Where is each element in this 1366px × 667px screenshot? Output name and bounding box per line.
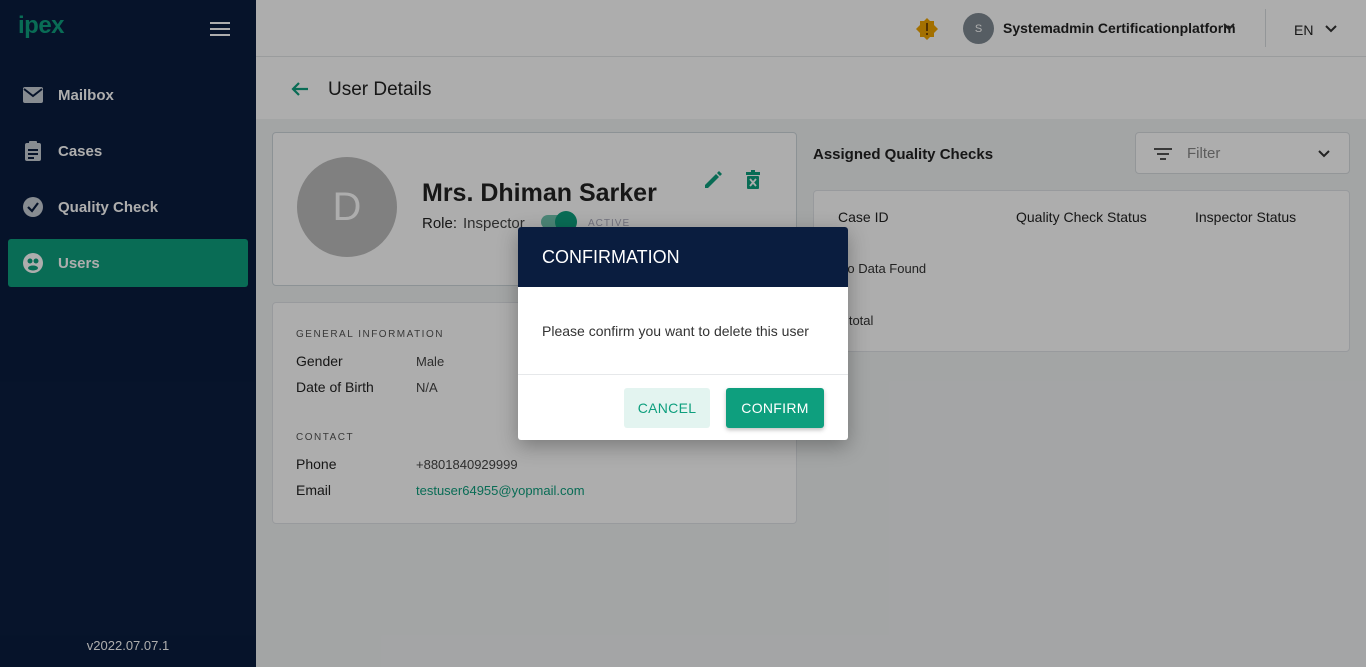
cancel-button[interactable]: CANCEL [624, 388, 710, 428]
dialog-message: Please confirm you want to delete this u… [518, 287, 848, 375]
confirm-button[interactable]: CONFIRM [726, 388, 824, 428]
confirmation-dialog: CONFIRMATION Please confirm you want to … [518, 227, 848, 440]
dialog-title: CONFIRMATION [518, 227, 848, 287]
